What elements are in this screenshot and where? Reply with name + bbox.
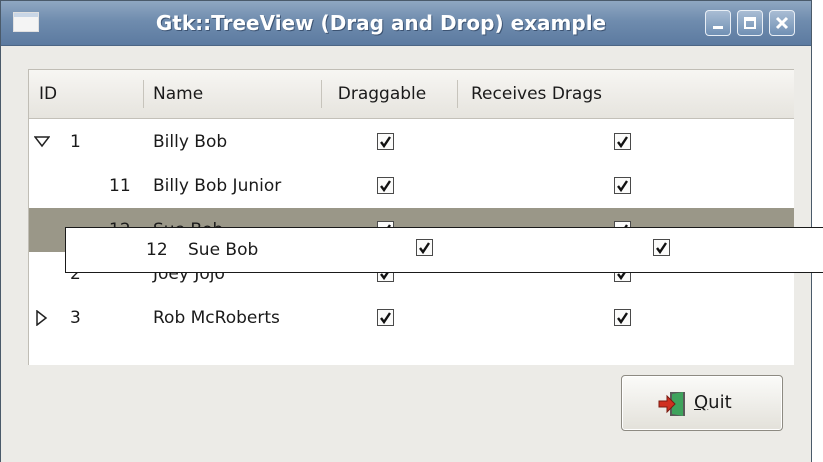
maximize-icon <box>744 17 756 29</box>
drag-preview-receives-checkbox <box>653 239 670 256</box>
receives-drags-checkbox[interactable] <box>614 133 631 150</box>
column-header-row: ID Name Draggable Receives Drags <box>29 70 794 119</box>
column-header-id[interactable]: ID <box>39 70 57 118</box>
receives-drags-checkbox[interactable] <box>614 309 631 326</box>
cell-name: Billy Bob <box>153 132 228 152</box>
minimize-button[interactable] <box>705 10 731 36</box>
column-header-draggable[interactable]: Draggable <box>318 70 446 118</box>
minimize-icon <box>713 26 723 29</box>
quit-label: Quit <box>694 376 732 430</box>
checkmark-icon <box>380 180 391 193</box>
column-separator <box>143 80 144 108</box>
exit-icon <box>658 392 685 416</box>
cell-id: 1 <box>70 132 81 152</box>
checkmark-icon <box>656 242 667 255</box>
window-title: Gtk::TreeView (Drag and Drop) example <box>155 11 607 35</box>
drag-preview-row: 12 Sue Bob <box>65 227 823 273</box>
expander-open-icon[interactable] <box>34 134 50 150</box>
drag-preview-name: Sue Bob <box>188 240 259 260</box>
checkmark-icon <box>419 242 430 255</box>
window-menu-icon[interactable] <box>13 12 39 32</box>
expander-closed-icon[interactable] <box>34 310 50 326</box>
draggable-checkbox[interactable] <box>377 133 394 150</box>
checkmark-icon <box>380 136 391 149</box>
receives-drags-checkbox[interactable] <box>614 177 631 194</box>
title-bar[interactable]: Gtk::TreeView (Drag and Drop) example <box>1 1 811 46</box>
quit-label-rest: uit <box>708 392 732 413</box>
cell-id: 11 <box>109 176 131 196</box>
draggable-checkbox[interactable] <box>377 177 394 194</box>
column-separator <box>457 80 458 108</box>
column-header-receives-drags[interactable]: Receives Drags <box>471 70 602 118</box>
quit-button[interactable]: Quit <box>621 375 783 431</box>
close-button[interactable] <box>769 10 795 36</box>
checkmark-icon <box>617 136 628 149</box>
draggable-checkbox[interactable] <box>377 309 394 326</box>
cell-id: 3 <box>70 308 81 328</box>
drag-preview-draggable-checkbox <box>416 239 433 256</box>
quit-mnemonic: Q <box>694 392 709 413</box>
drag-preview-id: 12 <box>146 240 168 260</box>
column-header-name[interactable]: Name <box>153 70 203 118</box>
maximize-button[interactable] <box>737 10 763 36</box>
cell-name: Rob McRoberts <box>153 308 280 328</box>
close-icon <box>775 16 789 30</box>
tree-view[interactable]: ID Name Draggable Receives Drags 1 Billy … <box>28 69 794 365</box>
tree-row[interactable]: 11 Billy Bob Junior <box>29 164 794 208</box>
checkmark-icon <box>617 312 628 325</box>
tree-row[interactable]: 1 Billy Bob <box>29 120 794 164</box>
tree-row[interactable]: 3 Rob McRoberts <box>29 296 794 340</box>
checkmark-icon <box>380 312 391 325</box>
cell-name: Billy Bob Junior <box>153 176 282 196</box>
checkmark-icon <box>617 180 628 193</box>
